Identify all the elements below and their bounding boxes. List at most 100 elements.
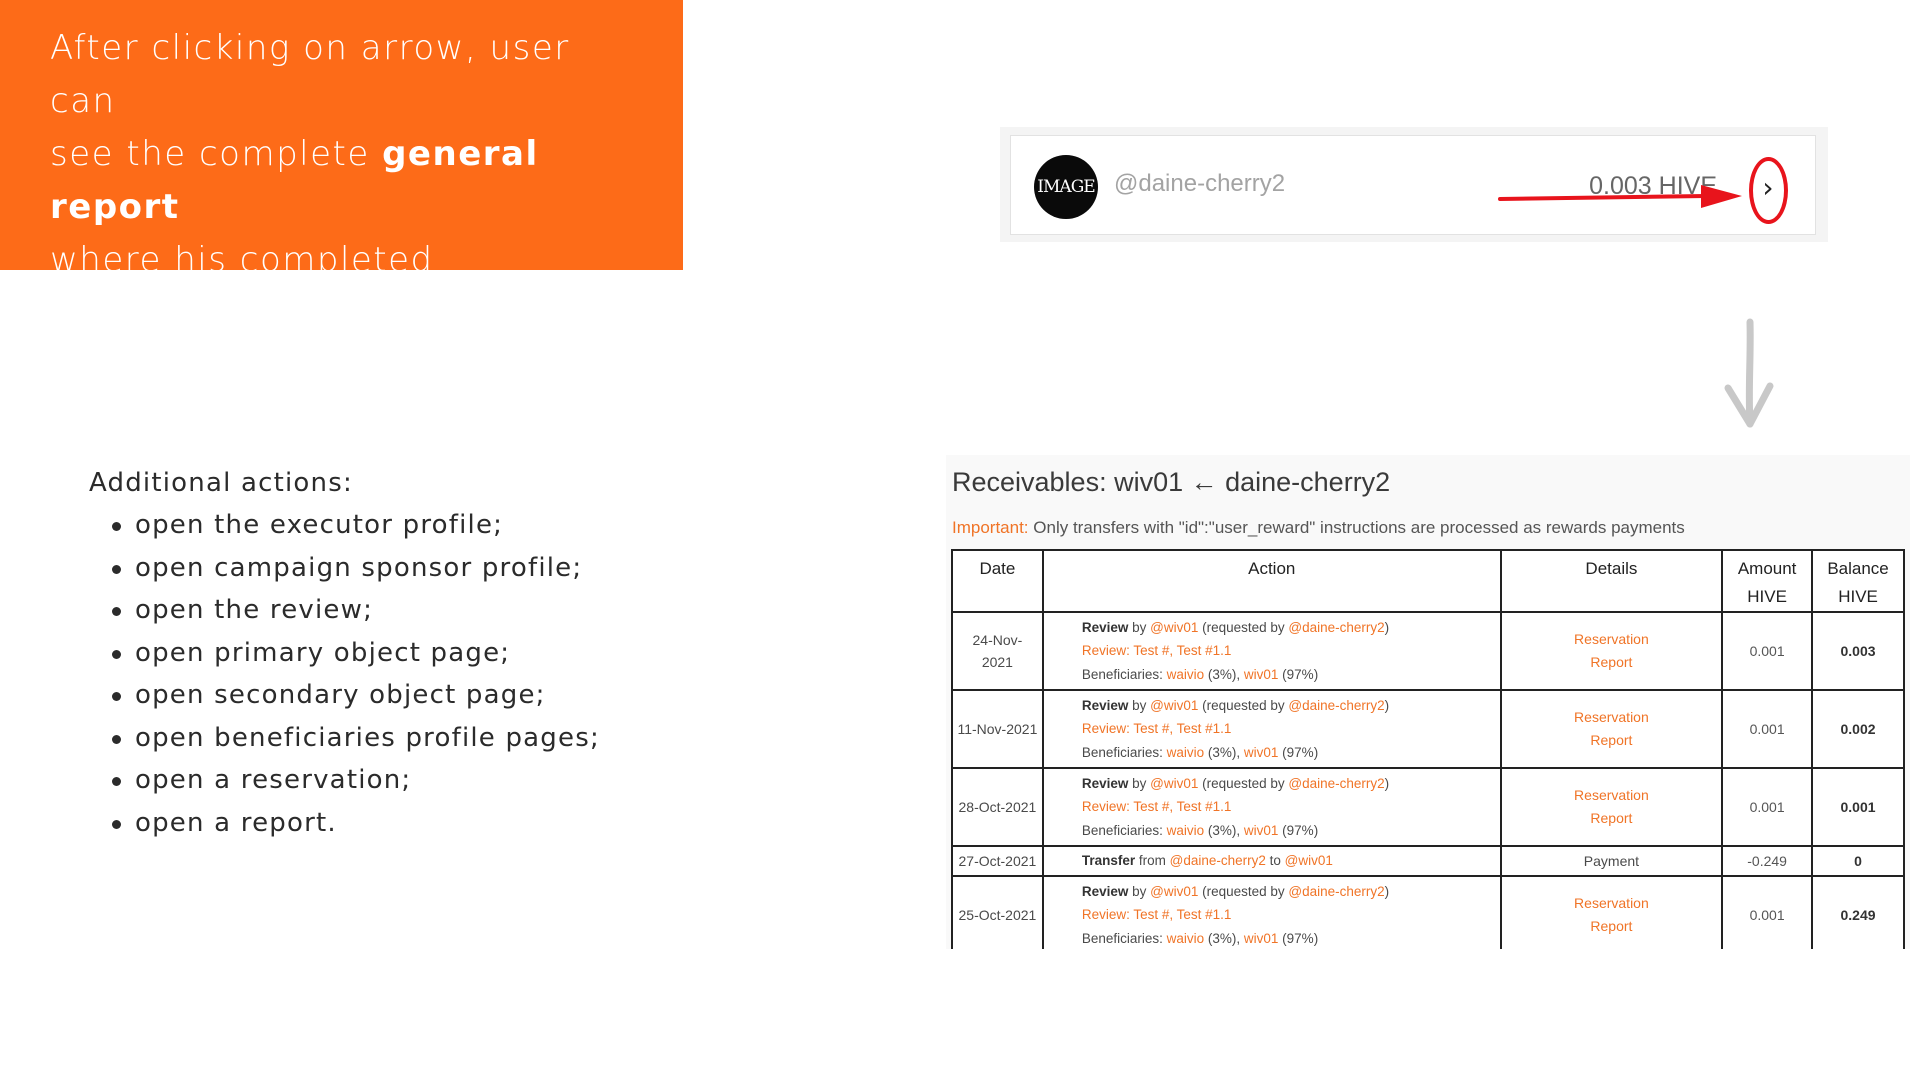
primary-object-link[interactable]: Test # [1133,721,1169,736]
object-separator: , [1169,721,1177,737]
action-line-review: Review by @wiv01 (requested by @daine-ch… [1082,772,1498,796]
date-line1: 28-Oct-2021 [958,799,1037,815]
intro-banner: After clicking on arrow, user can see th… [0,0,683,386]
primary-object-link[interactable]: Test # [1133,643,1169,658]
report-link[interactable]: Report [1504,651,1720,674]
transfer-kind: Transfer [1081,853,1136,869]
bullet-icon [112,564,121,574]
list-item-text: open the review; [135,595,374,625]
sponsor-link[interactable]: @daine-cherry2 [1288,884,1384,899]
user-card[interactable]: IMAGE @daine-cherry2 0.003 HIVE › [1010,135,1816,235]
reservation-link[interactable]: Reservation [1504,892,1720,915]
date-cell: 27-Oct-2021 [951,845,1044,877]
header-amount-line1: Amount [1737,559,1797,578]
beneficiaries-label: Beneficiaries: [1081,744,1167,760]
executor-link[interactable]: @wiv01 [1150,620,1198,635]
beneficiary-link-wiv01[interactable]: wiv01 [1244,745,1279,760]
review-kind: Review [1081,619,1129,635]
executor-link[interactable]: @wiv01 [1150,776,1198,791]
date-cell: 24-Nov- 2021 [951,611,1044,691]
secondary-object-link[interactable]: Test #1.1 [1177,721,1232,736]
banner-line-2: see the complete general report [50,128,643,234]
header-amount: Amount HIVE [1721,549,1814,613]
amount-cell: 0.001 [1721,611,1814,691]
list-item: open primary object page; [89,632,649,675]
beneficiary-share: (3%), [1204,930,1244,946]
bullet-icon [112,819,121,829]
object-separator: , [1169,799,1177,815]
amount-cell: 0.001 [1721,875,1814,949]
beneficiary-link-wiv01[interactable]: wiv01 [1244,667,1279,682]
action-line-review: Review by @wiv01 (requested by @daine-ch… [1082,694,1498,718]
beneficiary-link-wiv01[interactable]: wiv01 [1244,931,1279,946]
beneficiary-share: (3%), [1204,744,1244,760]
beneficiary-link-waivio[interactable]: waivio [1167,667,1205,682]
date-line1: 25-Oct-2021 [958,907,1037,923]
banner-line-4: for specific user. [50,346,356,386]
beneficiary-link-waivio[interactable]: waivio [1167,823,1205,838]
balance-cell: 0 [1811,845,1905,877]
secondary-object-link[interactable]: Test #1.1 [1177,643,1232,658]
balance-cell: 0.003 [1811,611,1905,691]
secondary-object-link[interactable]: Test #1.1 [1177,799,1232,814]
reservation-link[interactable]: Reservation [1504,628,1720,651]
list-item-text: open the executor profile; [135,510,504,540]
review-link[interactable]: Review: [1082,643,1134,658]
red-pointer-arrow-icon [1498,185,1742,208]
by-text: by [1128,883,1151,899]
sponsor-link[interactable]: @daine-cherry2 [1288,776,1384,791]
executor-link[interactable]: @wiv01 [1150,884,1198,899]
list-item: open secondary object page; [89,674,649,717]
reservation-link[interactable]: Reservation [1504,706,1720,729]
actions-heading: Additional actions: [89,468,353,498]
report-link[interactable]: Report [1504,915,1720,938]
secondary-object-link[interactable]: Test #1.1 [1177,907,1232,922]
requested-text: (requested by [1198,883,1289,899]
receiver-link[interactable]: @wiv01 [1285,853,1333,868]
sponsor-link[interactable]: @daine-cherry2 [1288,698,1384,713]
list-item-text: open a reservation; [135,765,412,795]
bullet-icon [112,777,121,786]
close-paren: ) [1384,697,1390,713]
details-cell: Payment [1499,845,1724,877]
executor-link[interactable]: @wiv01 [1150,698,1198,713]
report-title: Receivables: wiv01 ← daine-cherry2 [952,467,1391,497]
reservation-link[interactable]: Reservation [1504,784,1720,807]
header-balance: Balance HIVE [1811,549,1905,613]
list-item-text: open beneficiaries profile pages; [135,722,600,753]
beneficiary-link-waivio[interactable]: waivio [1167,931,1205,946]
review-kind: Review [1081,775,1129,791]
beneficiary-link-wiv01[interactable]: wiv01 [1244,823,1279,838]
action-cell: Review by @wiv01 (requested by @daine-ch… [1041,767,1502,847]
banner-line-3: where his completed reservations [50,240,434,333]
action-cell: Review by @wiv01 (requested by @daine-ch… [1041,875,1502,949]
review-link[interactable]: Review: [1082,907,1134,922]
review-link[interactable]: Review: [1082,799,1134,814]
primary-object-link[interactable]: Test # [1133,907,1169,922]
table-row: 24-Nov- 2021 Review by @wiv01 (requested … [951,611,1905,691]
date-cell: 11-Nov-2021 [951,689,1044,769]
report-link[interactable]: Report [1504,729,1720,752]
table-row: 25-Oct-2021 Review by @wiv01 (requested … [951,875,1905,949]
arrow-down-icon [1724,318,1774,428]
report-important-note: Important: Only transfers with "id":"use… [952,518,1685,538]
action-cell: Review by @wiv01 (requested by @daine-ch… [1041,689,1502,769]
sender-link[interactable]: @daine-cherry2 [1170,853,1266,868]
report-link[interactable]: Report [1504,807,1720,830]
requested-text: (requested by [1198,697,1289,713]
close-paren: ) [1384,619,1390,635]
beneficiaries-label: Beneficiaries: [1081,666,1167,682]
balance-cell: 0.001 [1811,767,1905,847]
review-kind: Review [1081,883,1129,899]
amount-cell: 0.001 [1721,689,1814,769]
review-link[interactable]: Review: [1082,721,1134,736]
primary-object-link[interactable]: Test # [1133,799,1169,814]
bullet-icon [112,522,121,531]
close-paren: ) [1384,883,1390,899]
beneficiary-link-waivio[interactable]: waivio [1167,745,1205,760]
general-report-screenshot: Receivables: wiv01 ← daine-cherry2 Impor… [946,455,1910,949]
sponsor-link[interactable]: @daine-cherry2 [1288,620,1384,635]
avatar[interactable]: IMAGE [1034,155,1098,219]
username-link[interactable]: @daine-cherry2 [1114,170,1285,198]
details-cell: Reservation Report [1499,875,1724,949]
